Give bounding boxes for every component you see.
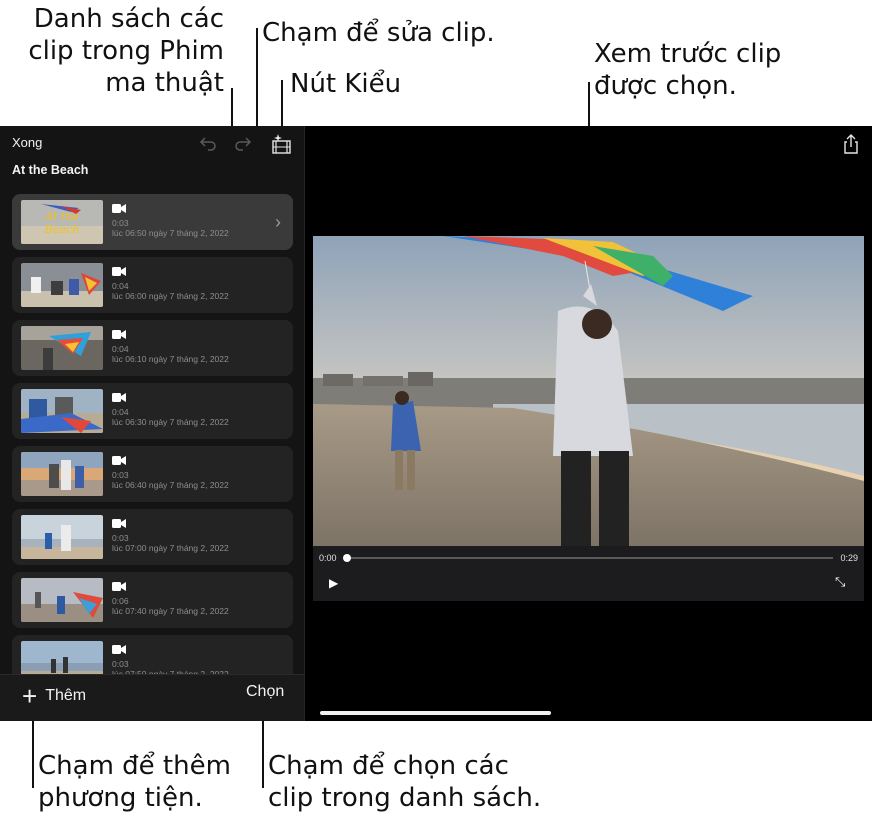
chevron-right-icon[interactable]: › (275, 212, 281, 233)
add-media-label: Thêm (45, 687, 87, 704)
clip-thumbnail (21, 578, 103, 622)
style-icon (272, 134, 291, 154)
select-button[interactable]: Chọn (246, 683, 284, 701)
thumb-title-line2: Beach (44, 223, 79, 236)
playback-controls: 0:00 0:29 ▶ ⤡ (313, 546, 864, 601)
clip-duration: 0:03 (112, 470, 129, 480)
clip-date: lúc 07:40 ngày 7 tháng 2, 2022 (112, 606, 229, 616)
clip-duration: 0:03 (112, 659, 129, 669)
clip-row[interactable]: 0:03 lúc 07:00 ngày 7 tháng 2, 2022 (12, 509, 293, 565)
done-button[interactable]: Xong (12, 135, 42, 150)
leader-style-button (281, 80, 283, 130)
callout-clip-list: Danh sách các clip trong Phim ma thuật (28, 4, 224, 98)
callout-select-clips: Chạm để chọn các clip trong danh sách. (268, 751, 542, 813)
clip-thumbnail: At the Beach (21, 200, 103, 244)
clip-duration: 0:04 (112, 281, 129, 291)
fullscreen-icon[interactable]: ⤡ (835, 574, 845, 590)
redo-icon[interactable] (232, 134, 254, 156)
clip-thumbnail (21, 389, 103, 433)
clip-thumbnail (21, 515, 103, 559)
scrubber-track[interactable] (345, 557, 833, 559)
clip-preview[interactable] (313, 236, 864, 546)
clip-date: lúc 06:10 ngày 7 tháng 2, 2022 (112, 354, 229, 364)
clip-duration: 0:04 (112, 407, 129, 417)
clip-duration: 0:06 (112, 596, 129, 606)
video-camera-icon (112, 393, 126, 402)
clip-thumbnail (21, 452, 103, 496)
video-camera-icon (112, 519, 126, 528)
current-time: 0:00 (319, 553, 337, 563)
project-title: At the Beach (12, 163, 89, 177)
imovie-magic-movie-screen: Xong At the Beach At the Beach 0:03 lúc … (0, 126, 872, 721)
video-camera-icon (112, 330, 126, 339)
sidebar-bottom-bar: + Thêm Chọn (0, 674, 304, 721)
callout-add-media: Chạm để thêm phương tiện. (38, 751, 231, 813)
clip-date: lúc 06:40 ngày 7 tháng 2, 2022 (112, 480, 229, 490)
video-camera-icon (112, 267, 126, 276)
thumb-title-line1: At the (44, 210, 79, 223)
clip-date: lúc 07:00 ngày 7 tháng 2, 2022 (112, 543, 229, 553)
video-camera-icon (112, 204, 126, 213)
clip-row[interactable]: 0:06 lúc 07:40 ngày 7 tháng 2, 2022 (12, 572, 293, 628)
scrubber-knob[interactable] (343, 554, 351, 562)
video-camera-icon (112, 645, 126, 654)
undo-icon[interactable] (197, 134, 219, 156)
home-indicator (320, 711, 551, 715)
clip-sidebar: Xong At the Beach At the Beach 0:03 lúc … (0, 126, 305, 721)
share-icon[interactable] (842, 134, 860, 154)
play-icon[interactable]: ▶ (329, 576, 338, 590)
clip-date: lúc 06:30 ngày 7 tháng 2, 2022 (112, 417, 229, 427)
callout-edit-clip: Chạm để sửa clip. (262, 18, 495, 48)
clip-duration: 0:04 (112, 344, 129, 354)
add-media-button[interactable]: + Thêm (22, 683, 86, 709)
plus-icon: + (22, 681, 38, 711)
clip-date: lúc 06:50 ngày 7 tháng 2, 2022 (112, 228, 229, 238)
clip-row[interactable]: 0:04 lúc 06:00 ngày 7 tháng 2, 2022 (12, 257, 293, 313)
clip-row[interactable]: 0:04 lúc 06:30 ngày 7 tháng 2, 2022 (12, 383, 293, 439)
clip-row[interactable]: 0:04 lúc 06:10 ngày 7 tháng 2, 2022 (12, 320, 293, 376)
video-camera-icon (112, 582, 126, 591)
clip-thumbnail (21, 263, 103, 307)
clip-duration: 0:03 (112, 533, 129, 543)
clip-date: lúc 06:00 ngày 7 tháng 2, 2022 (112, 291, 229, 301)
total-time: 0:29 (840, 553, 858, 563)
clip-row[interactable]: 0:03 lúc 06:40 ngày 7 tháng 2, 2022 (12, 446, 293, 502)
video-camera-icon (112, 456, 126, 465)
callout-style-button: Nút Kiểu (290, 69, 402, 99)
style-button[interactable] (270, 133, 294, 157)
callout-preview: Xem trước clip được chọn. (594, 39, 782, 101)
clip-thumbnail (21, 326, 103, 370)
clip-row[interactable]: At the Beach 0:03 lúc 06:50 ngày 7 tháng… (12, 194, 293, 250)
clip-duration: 0:03 (112, 218, 129, 228)
